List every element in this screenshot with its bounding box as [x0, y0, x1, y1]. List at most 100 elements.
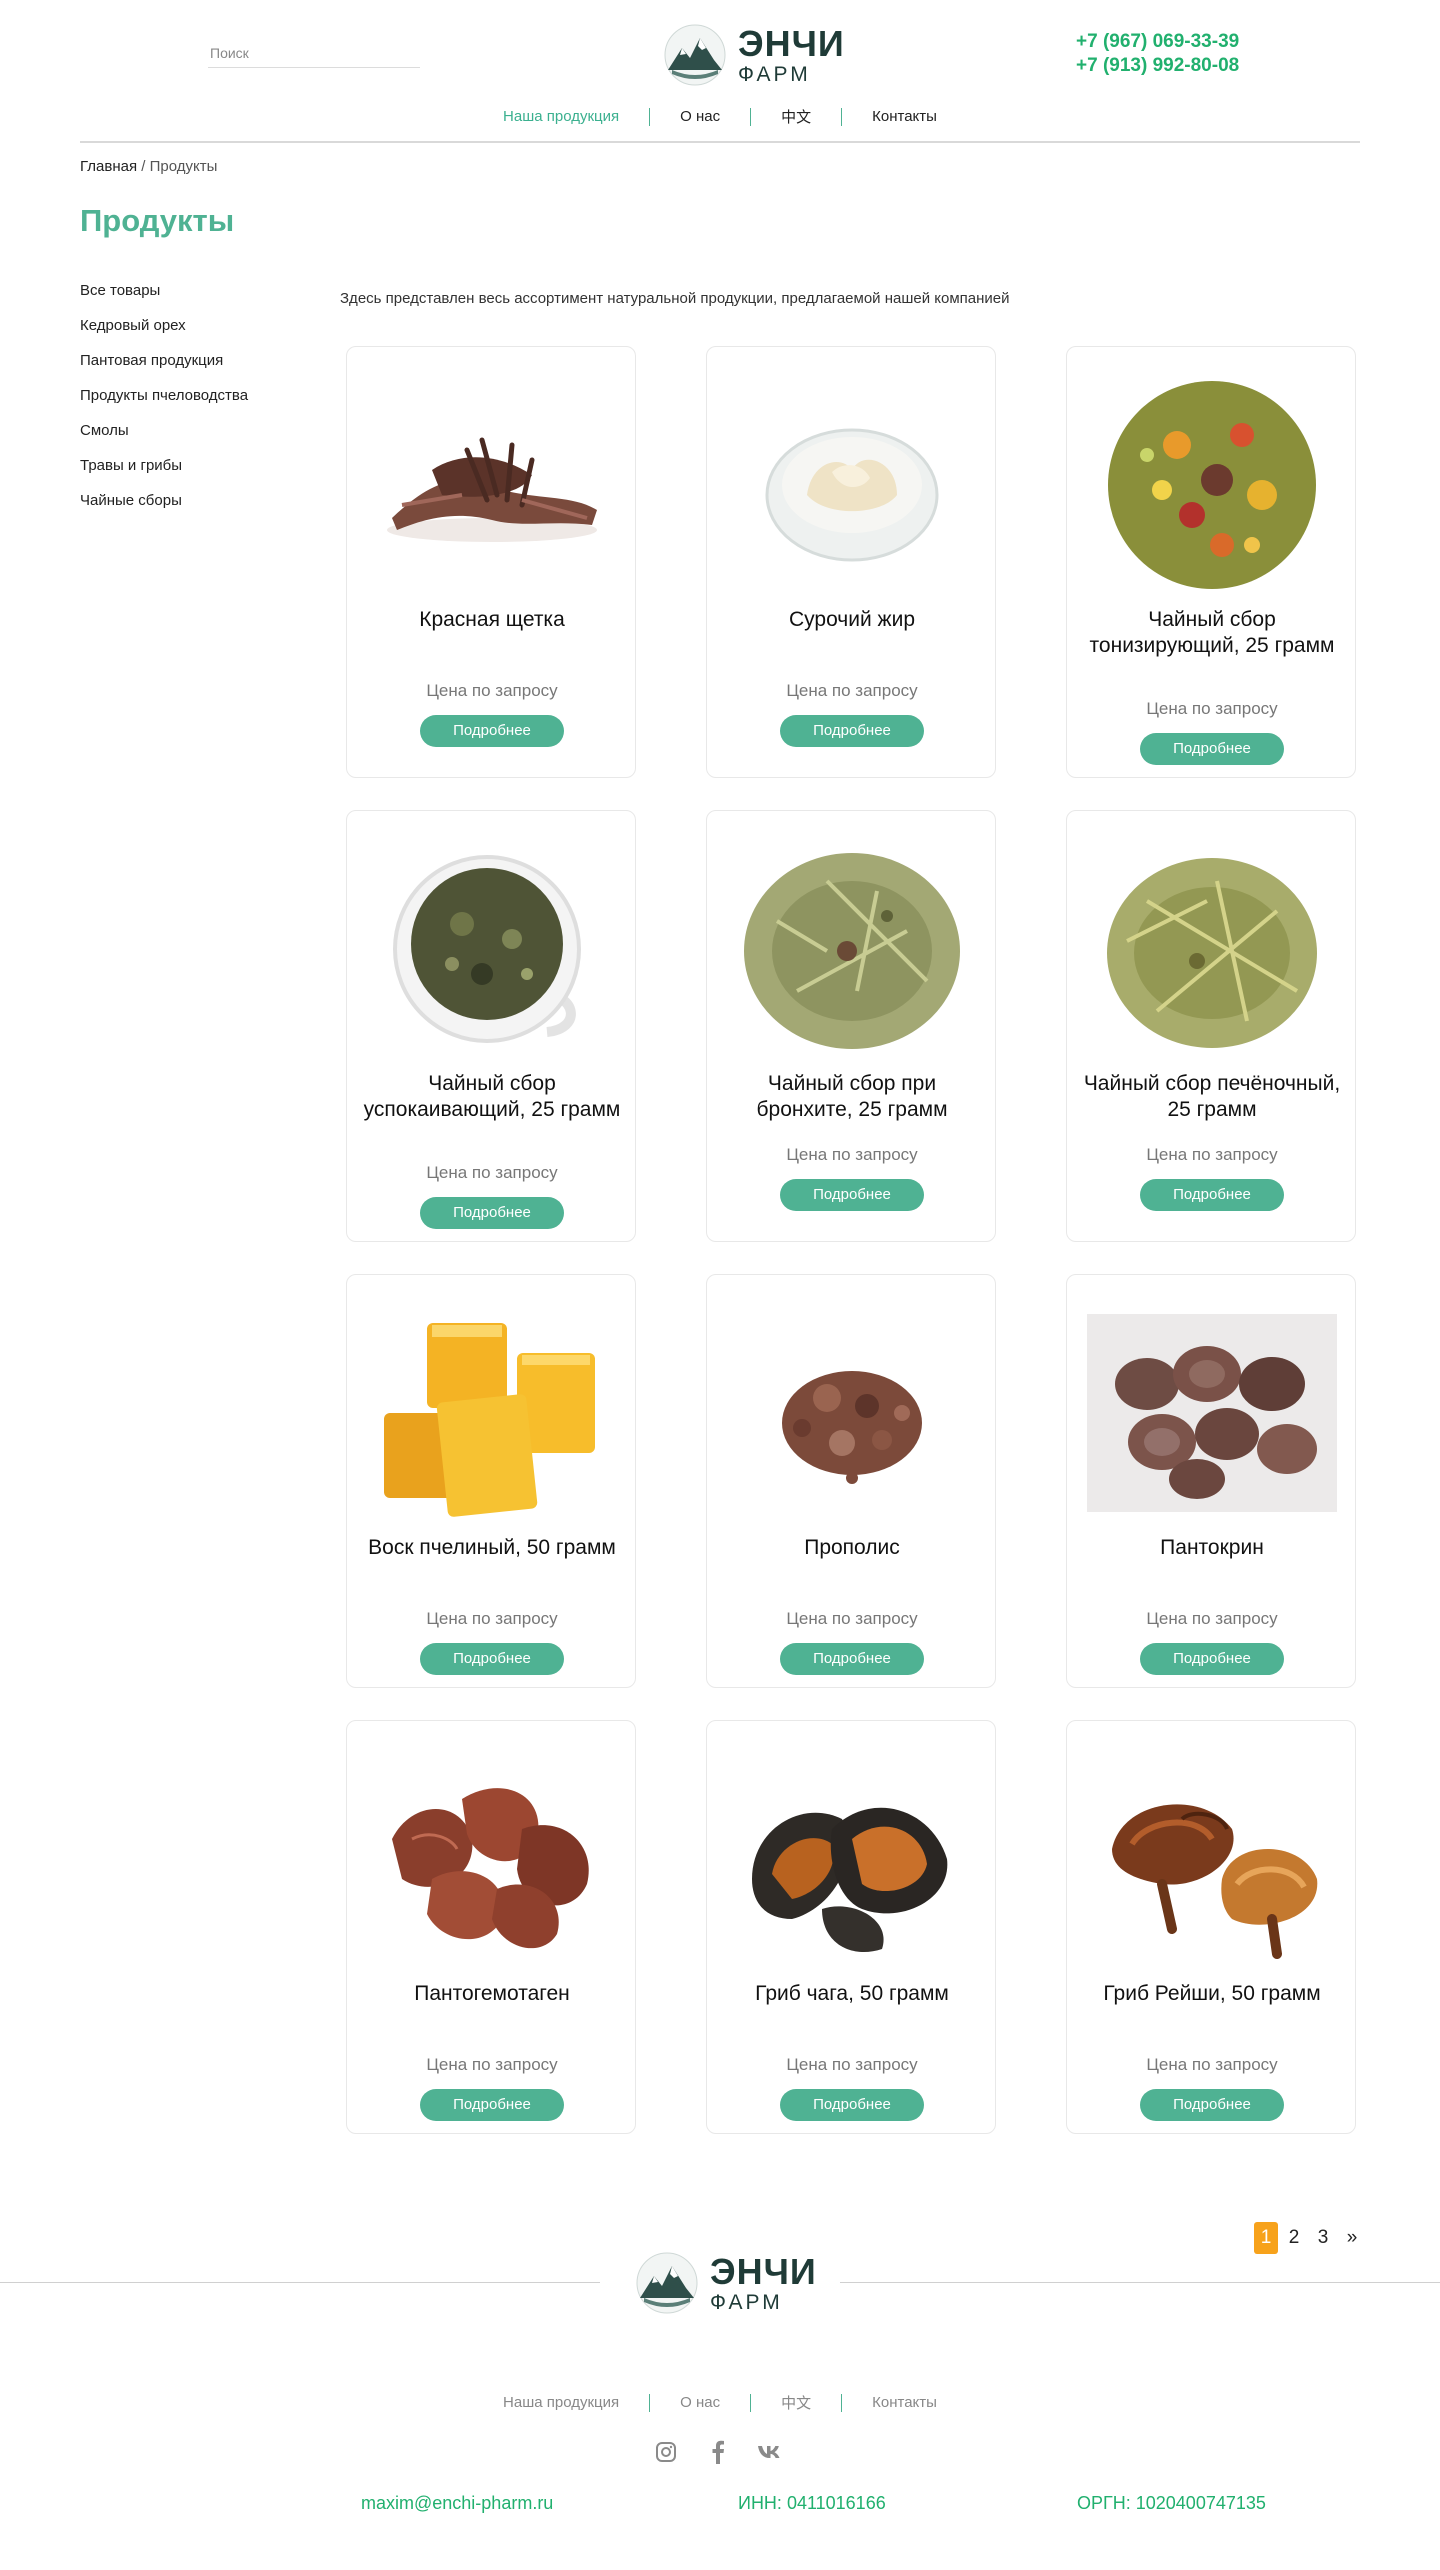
nav-chinese[interactable]: 中文 — [751, 106, 841, 127]
calming-tea-image — [393, 854, 581, 1043]
product-price: Цена по запросу — [786, 681, 918, 700]
product-image[interactable] — [1087, 377, 1337, 592]
product-name[interactable]: Гриб Рейши, 50 грамм — [1082, 1981, 1342, 2007]
footer-logo[interactable]: ЭНЧИ ФАРМ — [634, 2250, 817, 2316]
chaga-image — [752, 1807, 948, 1952]
product-name[interactable]: Воск пчелиный, 50 грамм — [362, 1535, 622, 1561]
tonic-tea-image — [1108, 380, 1316, 589]
product-price: Цена по запросу — [426, 681, 558, 700]
breadcrumb-home[interactable]: Главная — [80, 158, 137, 175]
footer-nav-chinese[interactable]: 中文 — [751, 2392, 841, 2413]
nav-products[interactable]: Наша продукция — [473, 108, 649, 125]
details-button[interactable]: Подробнее — [1140, 1643, 1284, 1675]
product-name[interactable]: Чайный сбор печёночный, 25 грамм — [1082, 1071, 1342, 1123]
sidebar-item-all[interactable]: Все товары — [80, 280, 320, 315]
product-price: Цена по запросу — [786, 1609, 918, 1628]
product-image[interactable] — [367, 1751, 617, 1966]
details-button[interactable]: Подробнее — [780, 1179, 924, 1211]
sidebar-item-herbs-mushrooms[interactable]: Травы и грибы — [80, 455, 320, 490]
footer-email[interactable]: maxim@enchi-pharm.ru — [361, 2493, 553, 2514]
pantocrine-image — [1087, 1313, 1337, 1512]
product-name[interactable]: Прополис — [722, 1535, 982, 1561]
product-name[interactable]: Пантокрин — [1082, 1535, 1342, 1561]
product-card[interactable]: Чайный сбор успокаивающий, 25 грамм Цена… — [346, 810, 636, 1242]
product-name[interactable]: Красная щетка — [362, 607, 622, 633]
product-price: Цена по запросу — [426, 1163, 558, 1182]
product-card[interactable]: Чайный сбор печёночный, 25 грамм Цена по… — [1066, 810, 1356, 1242]
product-card[interactable]: Прополис Цена по запросу Подробнее — [706, 1274, 996, 1688]
footer-brand-name: ЭНЧИ — [710, 2250, 817, 2292]
product-price: Цена по запросу — [1146, 1609, 1278, 1628]
product-name[interactable]: Чайный сбор тонизирующий, 25 грамм — [1082, 607, 1342, 659]
sidebar-item-antler[interactable]: Пантовая продукция — [80, 350, 320, 385]
page-1[interactable]: 1 — [1254, 2222, 1278, 2254]
main-nav: Наша продукция О нас 中文 Контакты — [0, 106, 1440, 127]
details-button[interactable]: Подробнее — [420, 1197, 564, 1229]
footer-nav-products[interactable]: Наша продукция — [473, 2394, 649, 2411]
details-button[interactable]: Подробнее — [420, 1643, 564, 1675]
product-image[interactable] — [727, 841, 977, 1056]
page-next[interactable]: » — [1339, 2222, 1365, 2254]
product-card[interactable]: Сурочий жир Цена по запросу Подробнее — [706, 346, 996, 778]
breadcrumb-separator: / — [137, 158, 150, 175]
page-3[interactable]: 3 — [1310, 2222, 1336, 2254]
product-card[interactable]: Красная щетка Цена по запросу Подробнее — [346, 346, 636, 778]
sidebar-item-bee-products[interactable]: Продукты пчеловодства — [80, 385, 320, 420]
product-name[interactable]: Пантогемотаген — [362, 1981, 622, 2007]
breadcrumb: Главная / Продукты — [80, 158, 217, 175]
product-card[interactable]: Пантогемотаген Цена по запросу Подробнее — [346, 1720, 636, 2134]
details-button[interactable]: Подробнее — [420, 715, 564, 747]
phone-number-1[interactable]: +7 (967) 069-33-39 — [1076, 30, 1239, 54]
product-card[interactable]: Чайный сбор при бронхите, 25 грамм Цена … — [706, 810, 996, 1242]
phone-number-2[interactable]: +7 (913) 992-80-08 — [1076, 54, 1239, 78]
search-input[interactable] — [208, 40, 420, 66]
details-button[interactable]: Подробнее — [780, 715, 924, 747]
vk-icon[interactable] — [756, 2438, 784, 2466]
details-button[interactable]: Подробнее — [780, 2089, 924, 2121]
sidebar-item-cedar-nut[interactable]: Кедровый орех — [80, 315, 320, 350]
product-card[interactable]: Чайный сбор тонизирующий, 25 грамм Цена … — [1066, 346, 1356, 778]
product-name[interactable]: Гриб чага, 50 грамм — [722, 1981, 982, 2007]
product-image[interactable] — [1087, 1305, 1337, 1520]
facebook-icon[interactable] — [704, 2438, 732, 2466]
details-button[interactable]: Подробнее — [1140, 2089, 1284, 2121]
product-price: Цена по запросу — [786, 2055, 918, 2074]
catalog-intro: Здесь представлен весь ассортимент натур… — [340, 290, 1010, 307]
product-name[interactable]: Сурочий жир — [722, 607, 982, 633]
product-card[interactable]: Пантокрин Цена по запросу Подробнее — [1066, 1274, 1356, 1688]
instagram-icon[interactable] — [652, 2438, 680, 2466]
product-image[interactable] — [727, 1305, 977, 1520]
product-name[interactable]: Чайный сбор при бронхите, 25 грамм — [722, 1071, 982, 1123]
product-image[interactable] — [367, 377, 617, 592]
product-image[interactable] — [1087, 1751, 1337, 1966]
search-box[interactable] — [208, 40, 420, 68]
details-button[interactable]: Подробнее — [1140, 733, 1284, 765]
nav-about[interactable]: О нас — [650, 108, 750, 125]
page-title: Продукты — [80, 203, 235, 238]
product-card[interactable]: Гриб Рейши, 50 грамм Цена по запросу Под… — [1066, 1720, 1356, 2134]
details-button[interactable]: Подробнее — [420, 2089, 564, 2121]
product-card[interactable]: Гриб чага, 50 грамм Цена по запросу Подр… — [706, 1720, 996, 2134]
sidebar-item-resins[interactable]: Смолы — [80, 420, 320, 455]
page-2[interactable]: 2 — [1281, 2222, 1307, 2254]
beeswax-image — [384, 1322, 595, 1517]
product-price: Цена по запросу — [1146, 2055, 1278, 2074]
nav-contacts[interactable]: Контакты — [842, 108, 967, 125]
product-price: Цена по запросу — [426, 2055, 558, 2074]
product-image[interactable] — [1087, 841, 1337, 1056]
details-button[interactable]: Подробнее — [1140, 1179, 1284, 1211]
details-button[interactable]: Подробнее — [780, 1643, 924, 1675]
liver-tea-image — [1107, 858, 1317, 1048]
site-header: ЭНЧИ ФАРМ +7 (967) 069-33-39 +7 (913) 99… — [0, 0, 1440, 145]
footer-nav-about[interactable]: О нас — [650, 2394, 750, 2411]
logo-brand-sub: ФАРМ — [738, 62, 811, 86]
sidebar-item-tea[interactable]: Чайные сборы — [80, 490, 320, 525]
product-image[interactable] — [727, 377, 977, 592]
product-name[interactable]: Чайный сбор успокаивающий, 25 грамм — [362, 1071, 622, 1123]
footer-nav-contacts[interactable]: Контакты — [842, 2394, 967, 2411]
product-image[interactable] — [367, 841, 617, 1056]
product-image[interactable] — [367, 1305, 617, 1520]
product-card[interactable]: Воск пчелиный, 50 грамм Цена по запросу … — [346, 1274, 636, 1688]
site-logo[interactable]: ЭНЧИ ФАРМ — [662, 22, 845, 88]
product-image[interactable] — [727, 1751, 977, 1966]
